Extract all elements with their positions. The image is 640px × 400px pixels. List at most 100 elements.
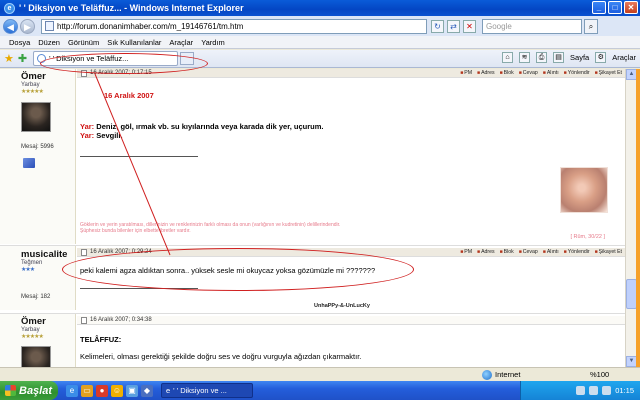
menu-yardim[interactable]: Yardım — [201, 38, 225, 47]
ie-task-icon: e — [166, 386, 171, 395]
tray-network-icon[interactable] — [576, 386, 586, 395]
search-input[interactable]: Google — [482, 18, 582, 34]
definition-line-1: Yar: Deniz, göl, ırmak vb. su kıyılarınd… — [80, 122, 625, 131]
quote-action[interactable]: Alıntı — [543, 69, 559, 78]
block-action[interactable]: Blok — [500, 248, 514, 257]
menu-duzen[interactable]: Düzen — [38, 38, 60, 47]
signature-source: [ Rûm, 30/22 ] — [570, 234, 605, 240]
user-name[interactable]: Ömer — [21, 71, 46, 82]
start-button[interactable]: Başlat — [0, 381, 58, 400]
annotation-oval-post — [62, 248, 414, 291]
messenger-icon[interactable] — [23, 158, 35, 168]
globe-icon — [482, 369, 492, 380]
taskbar-ie-window[interactable]: e ' ' Diksiyon ve ... — [161, 383, 253, 398]
ie-quick-icon[interactable]: e — [66, 384, 78, 397]
add-favorite-icon[interactable]: ✚ — [18, 52, 27, 65]
quote-action[interactable]: Alıntı — [543, 248, 559, 257]
window-title: ' ' Diksiyon ve Teläffuz... - Windows In… — [19, 3, 244, 13]
maximize-button[interactable]: □ — [608, 1, 622, 14]
task-label: ' ' Diksiyon ve ... — [173, 386, 227, 395]
avatar[interactable] — [21, 102, 51, 132]
folder-quick-icon[interactable]: ▭ — [81, 384, 93, 397]
favorites-star-icon[interactable]: ★ — [4, 52, 14, 65]
menu-bar: Dosya Düzen Görünüm Sık Kullanılanlar Ar… — [0, 36, 640, 49]
post-doc-icon — [81, 316, 87, 324]
signature-rose-image — [560, 167, 608, 213]
print-icon[interactable]: ⎙ — [536, 52, 548, 63]
rank-stars: ★★★★★ — [21, 334, 44, 340]
messenger-quick-icon[interactable]: ☺ — [111, 384, 123, 397]
tools-menu-button[interactable]: Araçlar — [612, 53, 636, 62]
post-date: 16 Aralık 2007; 0:34:38 — [90, 317, 152, 323]
definition-label: Yar: — [80, 131, 95, 140]
home-icon[interactable]: ⌂ — [502, 52, 514, 63]
pm-action[interactable]: PM — [460, 69, 472, 78]
definition-label: Yar: — [80, 122, 95, 131]
ie-icon: e — [4, 2, 15, 14]
menu-dosya[interactable]: Dosya — [9, 38, 30, 47]
app-quick-icon[interactable]: ◆ — [141, 384, 153, 397]
definition-line-2: Yar: Sevgili. — [80, 131, 625, 140]
feeds-icon[interactable]: ≋ — [519, 52, 531, 63]
compat-icon[interactable]: ⇄ — [447, 19, 460, 33]
forward-action[interactable]: Yönlendir — [564, 248, 590, 257]
rank-stars: ★★★ — [21, 267, 35, 273]
page-edge-strip — [636, 69, 640, 367]
menu-gorunum[interactable]: Görünüm — [68, 38, 99, 47]
title-bar[interactable]: e ' ' Diksiyon ve Teläffuz... - Windows … — [0, 0, 640, 16]
report-action[interactable]: Şikayet Et — [595, 69, 622, 78]
forward-button[interactable]: ▶ — [20, 18, 35, 34]
address-action[interactable]: Adres — [477, 69, 495, 78]
forward-action[interactable]: Yönlendir — [564, 69, 590, 78]
post-doc-icon — [81, 248, 87, 256]
definition-text: Deniz, göl, ırmak vb. su kıyılarında vey… — [94, 122, 324, 131]
clock[interactable]: 01:15 — [615, 386, 634, 395]
refresh-icon[interactable]: ↻ — [431, 19, 444, 33]
address-row: ◀ ▶ http://forum.donanimhaber.com/m_1914… — [0, 16, 640, 36]
block-action[interactable]: Blok — [500, 69, 514, 78]
search-icon[interactable]: ⌕ — [584, 18, 598, 34]
user-column: Ömer Yarbay ★★★★★ — [0, 314, 76, 367]
annotation-oval-tab — [40, 53, 208, 74]
close-button[interactable]: ✕ — [624, 1, 638, 14]
menu-sik-kullanilanlar[interactable]: Sık Kullanılanlar — [107, 38, 161, 47]
tools-gear-icon: ⚙ — [595, 52, 607, 63]
tray-volume-icon[interactable] — [589, 386, 599, 395]
reply-action[interactable]: Cevap — [519, 248, 538, 257]
message-count: Mesaj: 5996 — [21, 144, 54, 150]
vertical-scrollbar[interactable]: ▲ ▼ — [625, 69, 637, 367]
status-bar: Internet %100 — [0, 367, 640, 381]
user-name[interactable]: Ömer — [21, 316, 46, 327]
back-button[interactable]: ◀ — [3, 18, 18, 34]
page-menu-button[interactable]: Sayfa — [570, 53, 589, 62]
system-tray: 01:15 — [520, 381, 640, 400]
reply-action[interactable]: Cevap — [519, 69, 538, 78]
media-quick-icon[interactable]: ● — [96, 384, 108, 397]
forum-content: Ömer Yarbay ★★★★★ Mesaj: 5996 16 Aralık … — [0, 69, 625, 367]
page-icon — [45, 21, 54, 31]
address-action[interactable]: Adres — [477, 248, 495, 257]
signature: Göklerin ve yerin yaratılması, dillerini… — [80, 222, 625, 234]
browser-window: e ' ' Diksiyon ve Teläffuz... - Windows … — [0, 0, 640, 400]
avatar[interactable] — [21, 346, 51, 367]
pm-action[interactable]: PM — [460, 248, 472, 257]
forum-post: Ömer Yarbay ★★★★★ Mesaj: 5996 16 Aralık … — [0, 69, 625, 244]
zone-label: Internet — [495, 370, 521, 379]
definition-text: Sevgili. — [94, 131, 123, 140]
tray-security-icon[interactable] — [602, 386, 612, 395]
quick-launch: e ▭ ● ☺ ▣ ◆ — [66, 384, 153, 397]
taskbar: Başlat e ▭ ● ☺ ▣ ◆ e ' ' Diksiyon ve ...… — [0, 381, 640, 400]
signature-divider — [80, 156, 198, 157]
desktop-quick-icon[interactable]: ▣ — [126, 384, 138, 397]
address-bar[interactable]: http://forum.donanimhaber.com/m_19146761… — [41, 18, 427, 34]
user-column: Ömer Yarbay ★★★★★ Mesaj: 5996 — [0, 69, 76, 244]
post-date-title: 16 Aralık 2007 — [104, 91, 154, 100]
menu-araclar[interactable]: Araçlar — [169, 38, 193, 47]
zoom-level[interactable]: %100 — [590, 370, 609, 379]
user-name[interactable]: musicalite — [21, 249, 67, 260]
report-action[interactable]: Şikayet Et — [595, 248, 622, 257]
security-zone[interactable]: Internet — [482, 369, 521, 380]
stop-icon[interactable]: ✕ — [463, 19, 476, 33]
minimize-button[interactable]: _ — [592, 1, 606, 14]
post-heading: TELÂFFUZ: — [80, 335, 122, 344]
